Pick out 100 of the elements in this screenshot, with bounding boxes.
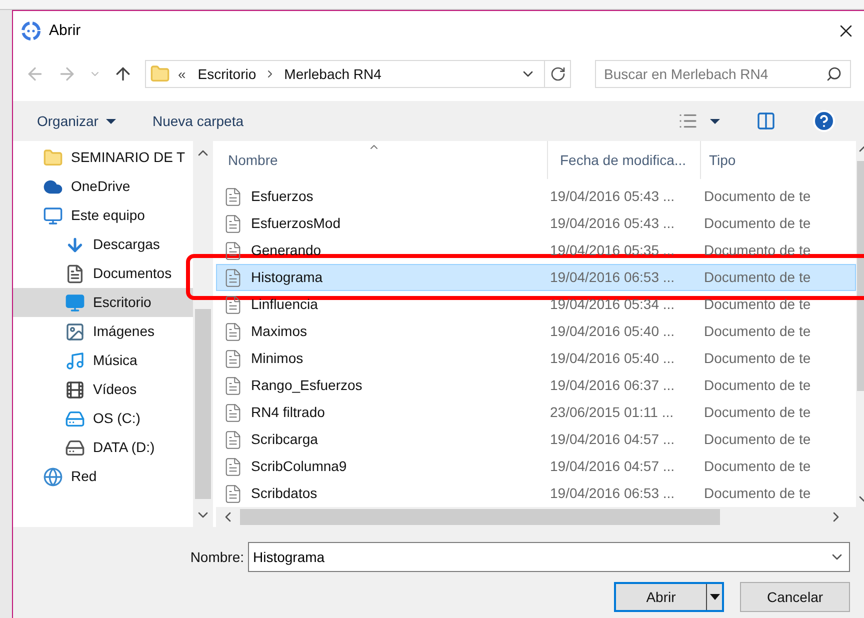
sidebar-item[interactable]: Música <box>13 346 193 375</box>
picture-icon <box>65 322 85 342</box>
file-date: 19/04/2016 06:53 ... <box>549 484 676 503</box>
text-file-icon <box>223 348 243 368</box>
monitor-icon <box>43 206 63 226</box>
new-folder-button[interactable]: Nueva carpeta <box>152 110 244 132</box>
sidebar-item[interactable]: OneDrive <box>13 172 193 201</box>
file-row[interactable]: Esfuerzos 19/04/2016 05:43 ... Documento de te <box>216 183 856 210</box>
breadcrumb[interactable]: Escritorio <box>198 64 256 84</box>
sidebar-item[interactable]: DATA (D:) <box>13 433 193 462</box>
file-name: Histograma <box>250 268 324 287</box>
file-type: Documento de te <box>703 376 811 395</box>
horizontal-scrollbar[interactable] <box>216 507 864 527</box>
window-title: Abrir <box>49 20 81 41</box>
file-name: Scribdatos <box>250 484 318 503</box>
text-file-icon <box>223 456 243 476</box>
search-field[interactable]: Buscar en Merlebach RN4 <box>604 61 826 87</box>
text-file-icon <box>223 376 243 396</box>
app-logo-icon <box>21 21 41 41</box>
sidebar-item[interactable]: SEMINARIO DE T <box>13 143 193 172</box>
file-name: Scribcarga <box>250 430 319 449</box>
file-name: Minimos <box>250 349 304 368</box>
file-date: 19/04/2016 06:53 ... <box>549 268 676 287</box>
sidebar-item[interactable]: Vídeos <box>13 375 193 404</box>
drive-icon <box>65 438 85 458</box>
file-date: 19/04/2016 06:37 ... <box>549 376 676 395</box>
file-row[interactable]: Minimos 19/04/2016 05:40 ... Documento de te <box>216 345 856 372</box>
sidebar-item[interactable]: Descargas <box>13 230 193 259</box>
column-header[interactable]: Tipo <box>701 141 864 179</box>
file-row[interactable]: Linfluencia 19/04/2016 05:34 ... Documento de te <box>216 291 856 318</box>
sidebar-item[interactable]: OS (C:) <box>13 404 193 433</box>
file-name: Linfluencia <box>250 295 319 314</box>
text-file-icon <box>223 186 243 206</box>
file-row[interactable]: Scribcarga 19/04/2016 04:57 ... Documento de te <box>216 426 856 453</box>
file-row[interactable]: Histograma 19/04/2016 06:53 ... Documento de te <box>216 264 856 291</box>
caret-icon[interactable] <box>710 118 720 124</box>
drive-icon <box>65 408 85 428</box>
file-name: EsfuerzosMod <box>250 214 342 233</box>
file-date: 19/04/2016 05:43 ... <box>549 214 676 233</box>
file-row[interactable]: ScribColumna9 19/04/2016 04:57 ... Documento de te <box>216 453 856 480</box>
file-type: Documento de te <box>703 295 811 314</box>
music-note-icon <box>65 350 85 370</box>
film-icon <box>65 380 85 400</box>
file-name: Rango_Esfuerzos <box>250 376 364 395</box>
sidebar-item[interactable]: Imágenes <box>13 317 193 346</box>
file-row[interactable]: RN4 filtrado 23/06/2015 01:11 ... Documento de te <box>216 399 856 426</box>
file-row[interactable]: Generando 19/04/2016 05:35 ... Documento de te <box>216 237 856 264</box>
file-name: Generando <box>250 241 322 260</box>
file-date: 19/04/2016 05:43 ... <box>549 187 676 206</box>
sidebar-item[interactable]: Escritorio <box>13 288 193 317</box>
file-date: 19/04/2016 04:57 ... <box>549 430 676 449</box>
text-file-icon <box>223 322 243 342</box>
open-split-button[interactable]: Abrir <box>614 582 724 612</box>
file-type: Documento de te <box>703 322 811 341</box>
address-bar[interactable]: « Escritorio Merlebach RN4 <box>145 60 571 88</box>
file-row[interactable]: Scribdatos 19/04/2016 06:53 ... Documento de te <box>216 480 856 507</box>
file-date: 19/04/2016 04:57 ... <box>549 457 676 476</box>
text-file-icon <box>223 240 243 260</box>
file-type: Documento de te <box>703 430 811 449</box>
organize-menu[interactable]: Organizar <box>37 110 116 132</box>
file-type: Documento de te <box>703 241 811 260</box>
sidebar-item[interactable]: Este equipo <box>13 201 193 230</box>
file-date: 19/04/2016 05:34 ... <box>549 295 676 314</box>
refresh-icon[interactable] <box>550 66 566 82</box>
file-row[interactable]: Maximos 19/04/2016 05:40 ... Documento de te <box>216 318 856 345</box>
file-name: RN4 filtrado <box>250 403 326 422</box>
network-icon <box>43 466 63 486</box>
file-type: Documento de te <box>703 349 811 368</box>
file-type: Documento de te <box>703 403 811 422</box>
desktop-icon <box>65 292 85 312</box>
file-date: 19/04/2016 05:35 ... <box>549 241 676 260</box>
document-icon <box>65 264 85 284</box>
breadcrumb[interactable]: Merlebach RN4 <box>284 64 382 84</box>
file-date: 19/04/2016 05:40 ... <box>549 322 676 341</box>
file-row[interactable]: Rango_Esfuerzos 19/04/2016 06:37 ... Documento de te <box>216 372 856 399</box>
folder-icon <box>150 64 170 84</box>
file-date: 23/06/2015 01:11 ... <box>549 403 675 422</box>
sidebar-item[interactable]: Documentos <box>13 259 193 288</box>
overflow-marker[interactable]: « <box>178 64 186 84</box>
file-type: Documento de te <box>703 214 811 233</box>
search-box[interactable]: Buscar en Merlebach RN4 <box>595 60 851 88</box>
cancel-button[interactable]: Cancelar <box>740 582 850 612</box>
file-name: ScribColumna9 <box>250 457 348 476</box>
file-type: Documento de te <box>703 457 811 476</box>
text-file-icon <box>223 294 243 314</box>
file-name: Esfuerzos <box>250 187 314 206</box>
file-row[interactable]: EsfuerzosMod 19/04/2016 05:43 ... Documento de te <box>216 210 856 237</box>
file-name: Maximos <box>250 322 308 341</box>
filename-label: Nombre: <box>190 548 244 566</box>
folder-icon <box>43 148 63 168</box>
file-date: 19/04/2016 05:40 ... <box>549 349 676 368</box>
text-file-icon <box>223 268 243 288</box>
sidebar-item[interactable]: Red <box>13 462 193 491</box>
preview-pane-icon[interactable] <box>756 111 776 131</box>
column-header[interactable]: Nombre <box>216 141 548 179</box>
caret-icon <box>106 118 116 124</box>
search-icon <box>826 66 842 82</box>
text-file-icon <box>223 430 243 450</box>
column-header[interactable]: Fecha de modifica... <box>548 141 701 179</box>
help-icon[interactable] <box>812 109 836 133</box>
